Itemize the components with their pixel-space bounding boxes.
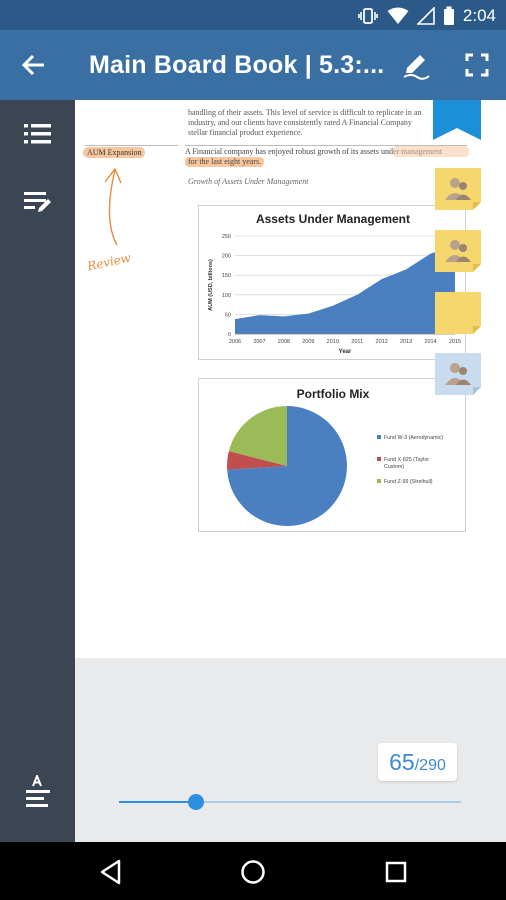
slider-thumb[interactable] <box>187 794 204 810</box>
sidebar-item-annotations[interactable] <box>22 188 54 216</box>
figure-caption: Growth of Assets Under Management <box>188 177 309 186</box>
text-line: industry, and our clients have consisten… <box>188 118 412 127</box>
x-tick-label: 2006 <box>229 339 241 345</box>
x-tick-label: 2010 <box>327 339 339 345</box>
user-note-icon <box>435 353 481 395</box>
status-time: 2:04 <box>462 6 496 25</box>
legend-label: Fund Z-99 (Streihull) <box>384 479 433 485</box>
user-note-icon <box>435 168 481 210</box>
vibrate-icon <box>358 8 378 24</box>
app-bar: Main Board Book | 5.3:... <box>0 30 506 100</box>
area-series <box>235 245 455 334</box>
sidebar <box>0 100 75 842</box>
current-page: 65 <box>389 749 415 775</box>
area-chart-svg: 0 50 100 150 200 250 2006 2007 2008 2009 2010 2011 2… <box>208 234 461 355</box>
legend-label: Fund W-3 (Aerodynamic) <box>384 435 443 441</box>
legend-swatch <box>377 457 381 461</box>
page-navigator: 65 /290 <box>75 658 506 842</box>
y-tick-label: 0 <box>228 332 231 338</box>
nav-recents-button[interactable] <box>381 857 411 887</box>
paragraph-top: handling of their assets. This level of … <box>188 108 421 138</box>
system-nav-bar <box>0 842 506 900</box>
text-highlight <box>393 146 469 157</box>
legend-label: Custom) <box>384 464 404 470</box>
nav-home-button[interactable] <box>238 857 268 887</box>
annotate-button[interactable] <box>400 48 432 82</box>
list-icon <box>24 124 51 144</box>
bookmark-icon[interactable] <box>433 100 481 142</box>
aum-chart: Assets Under Management 0 50 100 150 200 250 2… <box>198 205 466 360</box>
x-tick-label: 2007 <box>253 339 265 345</box>
text-size-icon <box>26 775 50 807</box>
pie-chart-svg: Fund W-3 (Aerodynamic) Fund X-825 (Taylor… <box>227 406 443 526</box>
total-pages: /290 <box>414 757 446 774</box>
status-bar: 2:04 <box>0 0 506 30</box>
sticky-note[interactable] <box>435 168 481 210</box>
sticky-note[interactable] <box>435 230 481 272</box>
sticky-note[interactable] <box>435 353 481 395</box>
portfolio-chart: Portfolio Mix Fund W-3 (Aerodynamic) Fund… <box>198 378 466 532</box>
legend-swatch <box>377 435 381 439</box>
slider-fill <box>119 801 196 803</box>
home-circle-icon <box>241 860 265 884</box>
app-screen: 2:04 Main Board Book | 5.3:... handling … <box>0 0 506 900</box>
fullscreen-icon <box>465 53 489 77</box>
text-line: stellar financial product experience. <box>188 128 303 137</box>
y-axis-label: AUM (USD, billions) <box>208 259 214 311</box>
legend-swatch <box>377 479 381 483</box>
y-tick-label: 200 <box>222 254 231 260</box>
fullscreen-button[interactable] <box>462 50 492 80</box>
nav-back-button[interactable] <box>96 857 126 887</box>
sidebar-item-contents[interactable] <box>22 120 54 148</box>
x-tick-label: 2012 <box>376 339 388 345</box>
edit-list-icon <box>24 192 51 212</box>
document-page[interactable]: handling of their assets. This level of … <box>75 100 506 658</box>
x-tick-label: 2015 <box>449 339 461 345</box>
y-tick-label: 50 <box>225 312 231 318</box>
document-title: Main Board Book | 5.3:... <box>89 51 385 79</box>
user-note-icon <box>435 230 481 272</box>
pen-icon <box>403 55 430 80</box>
y-tick-label: 100 <box>222 293 231 299</box>
divider <box>85 145 178 146</box>
text-line-highlight[interactable]: for the last eight years. <box>185 157 265 167</box>
signal-icon <box>416 7 435 25</box>
page-counter[interactable]: 65 /290 <box>378 743 457 781</box>
y-tick-label: 150 <box>222 273 231 279</box>
page-slider[interactable] <box>119 794 461 810</box>
margin-label-highlight[interactable]: AUM Expansion <box>83 147 146 158</box>
note-icon <box>435 292 481 334</box>
sticky-note[interactable] <box>435 292 481 334</box>
x-tick-label: 2013 <box>400 339 412 345</box>
y-tick-label: 250 <box>222 234 231 240</box>
arrow-back-icon <box>22 54 44 76</box>
x-tick-label: 2008 <box>278 339 290 345</box>
text-line: handling of their assets. This level of … <box>188 108 422 117</box>
back-triangle-icon <box>100 859 121 885</box>
x-axis-label: Year <box>339 349 352 355</box>
x-tick-label: 2011 <box>351 339 363 345</box>
x-tick-label: 2014 <box>424 339 436 345</box>
x-tick-label: 2009 <box>302 339 314 345</box>
recents-square-icon <box>385 861 407 883</box>
legend-label: Fund X-825 (Taylor <box>384 457 429 463</box>
back-button[interactable] <box>18 50 50 80</box>
text-size-button[interactable] <box>22 773 54 811</box>
wifi-icon <box>387 7 409 24</box>
battery-icon <box>443 6 454 25</box>
